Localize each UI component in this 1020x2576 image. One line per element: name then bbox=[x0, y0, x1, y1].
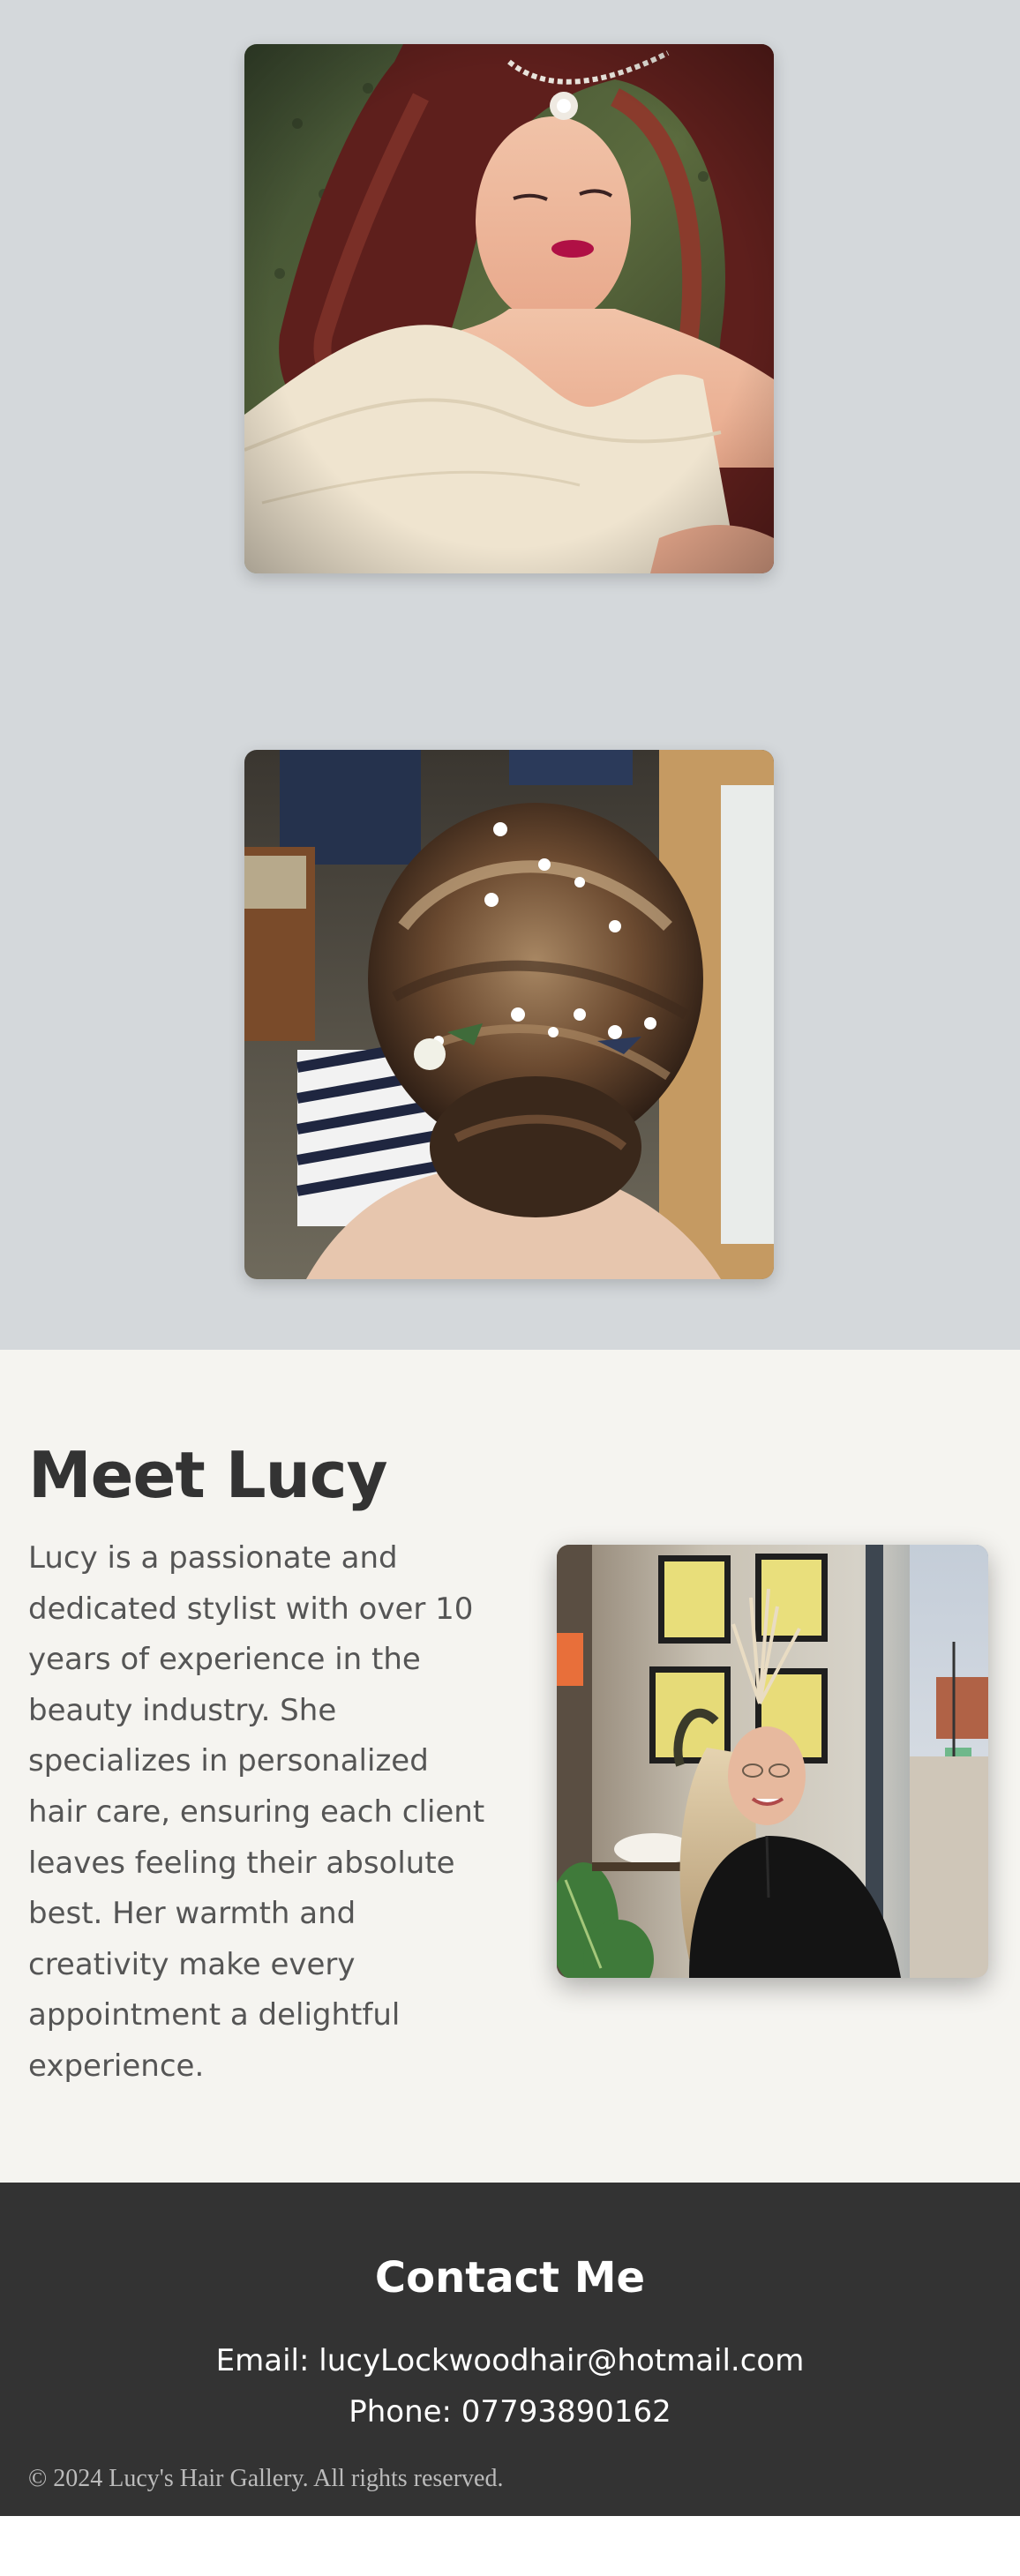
about-title: Meet Lucy bbox=[28, 1438, 388, 1512]
gallery-section bbox=[0, 0, 1020, 1350]
gallery-photo-bridal[interactable] bbox=[244, 44, 774, 573]
page-bottom-margin bbox=[0, 2516, 1020, 2576]
floral-updo-photo bbox=[244, 750, 774, 1279]
about-description: Lucy is a passionate and dedicated styli… bbox=[28, 1540, 485, 2084]
contact-title: Contact Me bbox=[374, 2253, 646, 2303]
contact-section: Contact Me Email: lucyLockwoodhair@hotma… bbox=[0, 2183, 1020, 2516]
bridal-portrait-photo bbox=[244, 44, 774, 573]
copyright-notice: © 2024 Lucy's Hair Gallery. All rights r… bbox=[28, 2465, 504, 2492]
gallery-photo-updo[interactable] bbox=[244, 750, 774, 1279]
contact-email[interactable]: Email: lucyLockwoodhair@hotmail.com bbox=[0, 2343, 1020, 2378]
stylist-photo bbox=[557, 1545, 988, 1978]
about-section: Meet Lucy Lucy is a passionate and dedic… bbox=[0, 1350, 1020, 2183]
contact-phone[interactable]: Phone: 07793890162 bbox=[0, 2394, 1020, 2430]
stylist-portrait-photo bbox=[557, 1545, 988, 1978]
